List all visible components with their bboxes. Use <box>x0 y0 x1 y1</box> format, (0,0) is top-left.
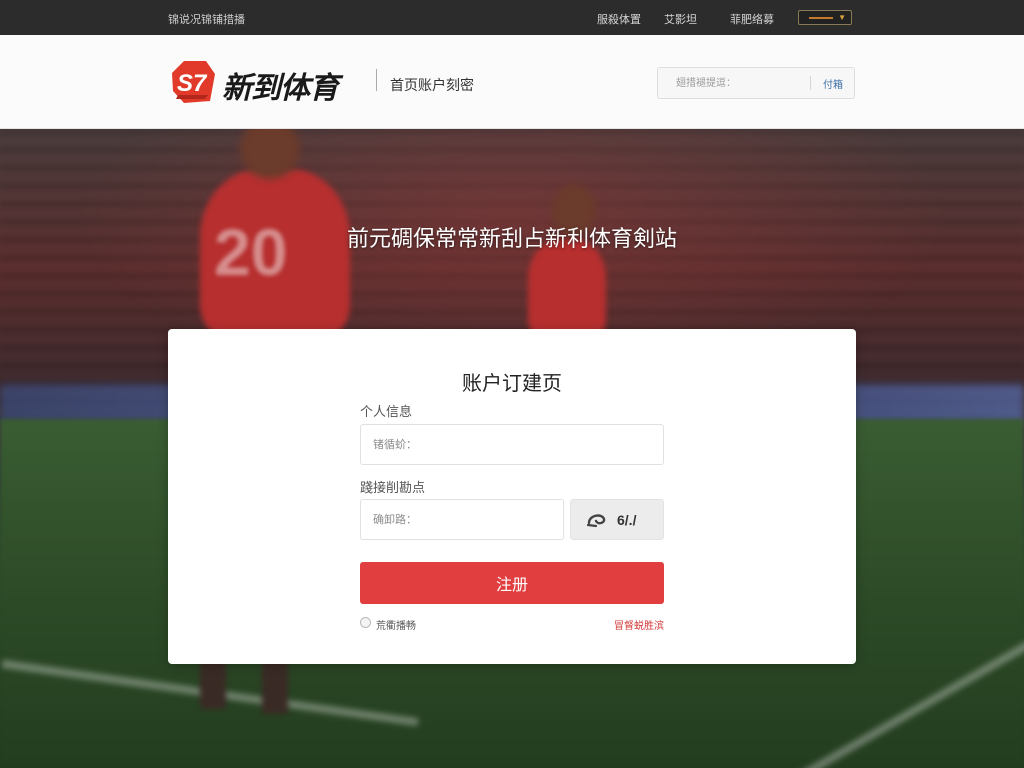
logo-s7-icon[interactable]: S7 <box>170 59 216 105</box>
register-button[interactable]: 注册 <box>360 562 664 604</box>
captcha-input[interactable] <box>360 499 564 540</box>
site-logo-text[interactable]: 新到体育 <box>222 63 339 107</box>
top-bar-text: 锦说况锦铺措播 <box>168 14 245 26</box>
top-link-3[interactable]: 菲肥络募 <box>730 11 774 27</box>
header-divider <box>376 69 377 91</box>
top-link-1[interactable]: 服殺体置 <box>597 11 641 27</box>
site-header: S7 新到体育 首页账户刻密 付箱 <box>0 35 1024 129</box>
captcha-label: 踐接削勘点 <box>360 480 426 495</box>
search-divider <box>810 76 811 90</box>
svg-text:S7: S7 <box>177 70 208 97</box>
captcha-code: 6/./ <box>617 512 637 528</box>
language-dropdown[interactable]: ▼ <box>798 10 852 25</box>
dropdown-indicator <box>809 17 833 19</box>
header-subtitle: 首页账户刻密 <box>390 77 474 93</box>
search-box: 付箱 <box>657 67 855 99</box>
chevron-down-icon: ▼ <box>838 13 846 22</box>
captcha-image[interactable]: 6/./ <box>570 499 664 540</box>
terms-link[interactable]: 冒督蜕胜滨 <box>614 617 664 632</box>
agree-radio[interactable] <box>360 617 371 628</box>
search-input[interactable] <box>658 68 808 98</box>
registration-card: 账户订建页 个人信息 踐接削勘点 6/./ 注册 荒衢播畅 冒督蜕胜滨 <box>168 329 856 664</box>
top-link-2[interactable]: 艾影坦 <box>664 11 697 27</box>
search-button[interactable]: 付箱 <box>814 68 852 98</box>
captcha-swirl-icon <box>586 514 606 528</box>
agree-text: 荒衢播畅 <box>376 621 416 632</box>
personal-info-label: 个人信息 <box>360 404 413 419</box>
form-title: 账户订建页 <box>462 373 562 395</box>
player-figure <box>528 239 606 339</box>
name-input[interactable] <box>360 424 664 465</box>
top-bar: 锦说况锦铺措播 服殺体置 艾影坦 菲肥络募 ▼ <box>0 0 1024 35</box>
hero-title: 前元碉保常常新刮占新利体育剣站 <box>346 226 677 251</box>
